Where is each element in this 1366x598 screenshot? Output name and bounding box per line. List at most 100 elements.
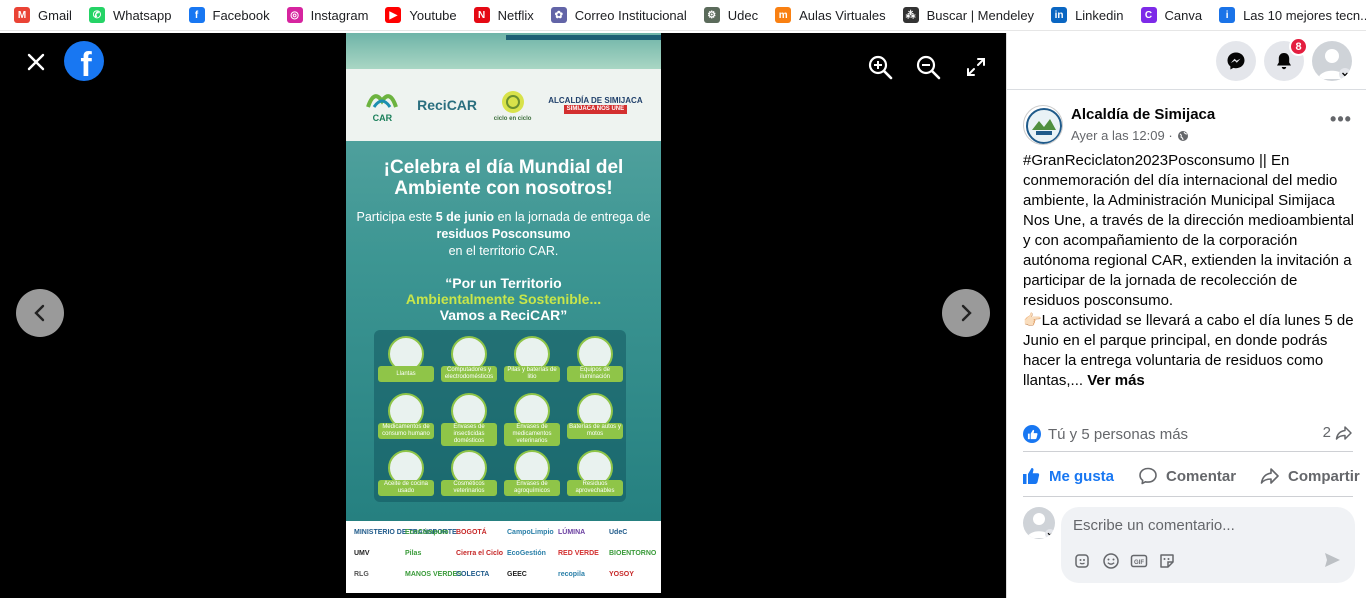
- waste-item-label: Residuos aprovechables: [567, 480, 623, 496]
- emoji-icon: [1103, 553, 1119, 569]
- mendeley-icon: ⁂: [902, 7, 919, 23]
- facebook-logo-icon[interactable]: f: [64, 41, 104, 81]
- page-name-link[interactable]: Alcaldía de Simijaca: [1071, 106, 1215, 123]
- account-avatar-button[interactable]: [1312, 41, 1352, 81]
- waste-item-label: Envases de medicamentos veterinarios: [504, 423, 560, 446]
- fullscreen-icon[interactable]: [962, 53, 990, 81]
- messenger-icon: [1227, 52, 1245, 70]
- netflix-icon: N: [473, 7, 490, 23]
- post-side-panel: 8 Alcaldía de Simijaca Ayer a las 12:09 …: [1006, 33, 1366, 598]
- zoom-out-icon[interactable]: [914, 53, 942, 81]
- bookmark-mendeley[interactable]: ⁂ Buscar | Mendeley: [902, 7, 1035, 23]
- bookmark-udec[interactable]: ⚙ Udec: [703, 7, 759, 23]
- sponsor-logo: UMV: [354, 550, 370, 557]
- recicar-logo: ReciCAR: [417, 97, 478, 113]
- bookmark-label: Correo Institucional: [574, 7, 687, 23]
- waste-item: Envases de medicamentos veterinarios: [504, 393, 560, 449]
- post-timestamp[interactable]: Ayer a las 12:09 ·: [1071, 128, 1189, 143]
- reactions-summary[interactable]: Tú y 5 personas más 2: [1023, 422, 1353, 446]
- page-avatar[interactable]: [1023, 105, 1063, 145]
- bookmark-youtube[interactable]: ▶ Youtube: [385, 7, 457, 23]
- close-icon[interactable]: [22, 48, 50, 76]
- bookmark-info[interactable]: i Las 10 mejores tecn...: [1219, 7, 1366, 23]
- sponsor-logo: COLECTA: [456, 571, 490, 578]
- outlook-icon: ✿: [550, 7, 567, 23]
- canva-icon: C: [1140, 7, 1157, 23]
- bell-icon: [1277, 53, 1291, 70]
- sponsor-logo: RED VERDE: [558, 550, 599, 557]
- waste-item: Envases de insecticidas domésticos: [441, 393, 497, 449]
- emoji-button[interactable]: [1101, 551, 1121, 571]
- bookmark-label: Udec: [727, 7, 759, 23]
- waste-item: Computadores y electrodomésticos: [441, 336, 497, 392]
- linkedin-icon: in: [1051, 7, 1068, 23]
- gif-button[interactable]: GIF: [1129, 551, 1149, 571]
- gmail-icon: M: [14, 7, 30, 23]
- waste-item: Pilas y baterías de litio: [504, 336, 560, 392]
- top-icons: 8: [1216, 37, 1352, 81]
- waste-item-label: Cosméticos veterinarios: [441, 480, 497, 496]
- sponsor-logo: EcoCómputo: [405, 529, 449, 536]
- udec-icon: ⚙: [703, 7, 720, 23]
- previous-photo-button[interactable]: [16, 289, 64, 337]
- bookmark-facebook[interactable]: f Facebook: [188, 7, 270, 23]
- zoom-in-icon[interactable]: [866, 53, 894, 81]
- facebook-icon: f: [188, 7, 205, 23]
- sticker-icon: [1160, 554, 1174, 568]
- bookmark-label: Youtube: [409, 7, 457, 23]
- bookmark-instagram[interactable]: ◎ Instagram: [286, 7, 368, 23]
- see-more-link[interactable]: Ver más: [1087, 372, 1145, 389]
- waste-item: Envases de agroquímicos: [504, 450, 560, 506]
- like-button[interactable]: Me gusta: [1021, 466, 1114, 486]
- youtube-icon: ▶: [385, 7, 402, 23]
- bookmark-outlook[interactable]: ✿ Correo Institucional: [550, 7, 687, 23]
- shares-count[interactable]: 2: [1323, 424, 1353, 441]
- comment-icon: [1139, 467, 1157, 485]
- sponsor-logo: Pilas: [405, 550, 422, 557]
- comment-button[interactable]: Comentar: [1138, 466, 1236, 486]
- bookmark-gmail[interactable]: M Gmail: [14, 7, 72, 23]
- car-logo: CAR: [364, 87, 400, 123]
- sponsor-logo: LÚMINA: [558, 529, 586, 536]
- avatar-placeholder-icon: [1318, 49, 1351, 80]
- post-message: #GranReciclaton2023Posconsumo || En conm…: [1023, 152, 1355, 389]
- next-photo-button[interactable]: [942, 289, 990, 337]
- sponsor-logo: recopila: [558, 571, 585, 578]
- like-reaction-icon: [1023, 425, 1041, 443]
- bookmark-label: Buscar | Mendeley: [926, 7, 1035, 23]
- waste-item-label: Computadores y electrodomésticos: [441, 366, 497, 382]
- notification-count-badge: 8: [1289, 37, 1308, 56]
- svg-text:GIF: GIF: [1134, 560, 1144, 566]
- share-button[interactable]: Compartir: [1260, 466, 1360, 486]
- waste-item-label: Baterías de autos y motos: [567, 423, 623, 439]
- instagram-icon: ◎: [286, 7, 303, 23]
- waste-item-label: Equipos de iluminación: [567, 366, 623, 382]
- sticker-button[interactable]: [1157, 551, 1177, 571]
- waste-item: Residuos aprovechables: [567, 450, 623, 506]
- sponsor-logo: YOSOY: [609, 571, 634, 578]
- post-options-button[interactable]: •••: [1329, 110, 1353, 133]
- bookmark-whatsapp[interactable]: ✆ Whatsapp: [88, 7, 172, 23]
- bookmark-linkedin[interactable]: in Linkedin: [1051, 7, 1124, 23]
- notifications-button[interactable]: 8: [1264, 37, 1308, 81]
- comment-input[interactable]: [1073, 514, 1333, 536]
- bookmark-canva[interactable]: C Canva: [1140, 7, 1202, 23]
- waste-item: Cosméticos veterinarios: [441, 450, 497, 506]
- whatsapp-icon: ✆: [88, 7, 105, 23]
- comment-tools: GIF: [1073, 551, 1177, 571]
- send-icon: [1325, 553, 1340, 567]
- commenter-avatar[interactable]: [1023, 507, 1055, 539]
- waste-items-grid: Llantas Computadores y electrodomésticos P…: [374, 330, 626, 502]
- sponsor-logo: MANOS VERDES: [405, 571, 462, 578]
- waste-item: Equipos de iluminación: [567, 336, 623, 392]
- simijaca-seal-icon: [1026, 108, 1062, 144]
- avatar-sticker-button[interactable]: [1073, 551, 1093, 571]
- send-comment-button[interactable]: [1323, 551, 1341, 574]
- hashtag-link[interactable]: #GranReciclaton2023Posconsumo: [1023, 152, 1255, 169]
- messenger-button[interactable]: [1216, 41, 1256, 81]
- bookmark-netflix[interactable]: N Netflix: [473, 7, 534, 23]
- chevron-left-icon: [34, 304, 45, 322]
- poster-slogan: “Por un Territorio Ambientalmente Sosten…: [405, 275, 602, 323]
- waste-item-label: Aceite de cocina usado: [378, 480, 434, 496]
- bookmark-moodle[interactable]: m Aulas Virtuales: [775, 7, 886, 23]
